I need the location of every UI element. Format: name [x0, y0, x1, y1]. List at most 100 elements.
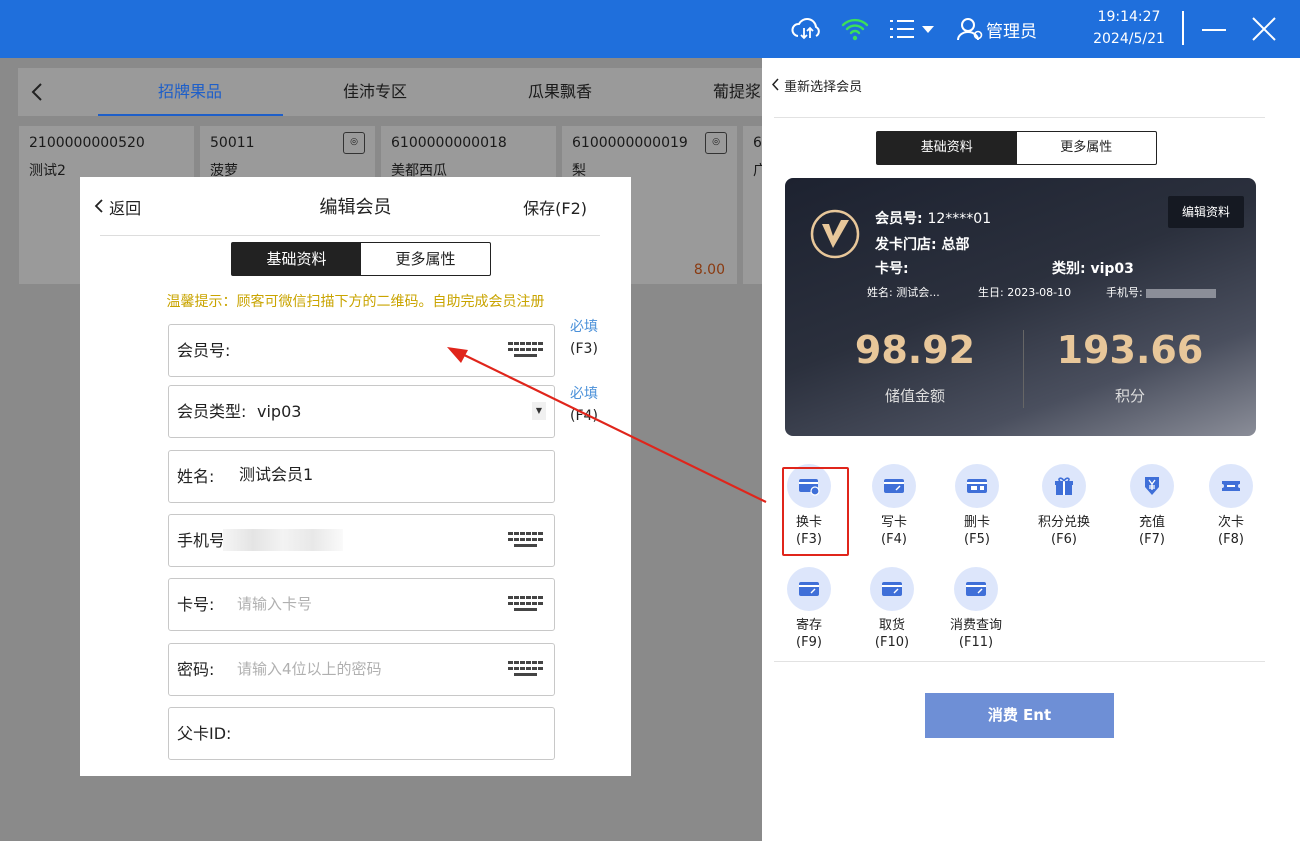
- card-no-label: 卡号:: [875, 261, 909, 277]
- divider: [100, 235, 600, 236]
- keyboard-icon[interactable]: [508, 529, 544, 551]
- tab-more-attributes[interactable]: 更多属性: [361, 243, 490, 275]
- phone-input[interactable]: [223, 529, 343, 551]
- member-no-field[interactable]: 会员号:: [168, 324, 555, 377]
- category-bar: 招牌果品 佳沛专区 瓜果飘香 葡提浆: [18, 68, 762, 116]
- action-key: (F5): [964, 532, 990, 547]
- card-delete-icon: [955, 464, 999, 508]
- minimize-button[interactable]: [1200, 0, 1228, 58]
- password-field[interactable]: 密码: 请输入4位以上的密码: [168, 643, 555, 696]
- action-label: 次卡: [1217, 515, 1244, 530]
- balance-label: 储值金额: [884, 387, 945, 405]
- field-label: 密码:: [177, 660, 215, 679]
- close-icon: [1252, 17, 1276, 41]
- tab-basic-info[interactable]: 基础资料: [232, 243, 361, 275]
- card-icon: [787, 567, 831, 611]
- category-tab[interactable]: 招牌果品: [158, 68, 222, 116]
- action-delete-card[interactable]: 删卡 (F5): [942, 464, 1012, 548]
- scale-icon: ◎: [343, 132, 365, 154]
- user-menu[interactable]: 管理员: [956, 0, 1037, 58]
- tab-basic-info[interactable]: 基础资料: [877, 132, 1017, 164]
- product-price: 8.00: [693, 262, 725, 278]
- action-key: (F7): [1139, 532, 1165, 547]
- member-no-value: 12****01: [927, 211, 992, 227]
- member-panel: 重新选择会员 基础资料 更多属性 编辑资料 会员号: 12****01 发卡门店…: [762, 58, 1300, 841]
- card-no-field[interactable]: 卡号: 请输入卡号: [168, 578, 555, 631]
- name-input[interactable]: 测试会员1: [239, 449, 313, 500]
- field-label: 姓名:: [177, 467, 215, 486]
- minimize-icon: [1202, 29, 1226, 31]
- category-line: 类别: vip03: [1052, 258, 1134, 278]
- field-label: 会员号:: [177, 341, 231, 360]
- store-line: 发卡门店: 总部: [875, 234, 969, 254]
- keyboard-icon[interactable]: [508, 339, 544, 361]
- phone-field[interactable]: 手机号: [168, 514, 555, 567]
- category-prev-button[interactable]: [30, 68, 44, 116]
- product-code: 6100000000019: [572, 135, 688, 151]
- action-consumption-query[interactable]: 消费查询 (F11): [941, 567, 1011, 651]
- keyboard-icon[interactable]: [508, 658, 544, 680]
- card-write-icon: [872, 464, 916, 508]
- name-field[interactable]: 姓名: 测试会员1: [168, 450, 555, 503]
- shortcut-label: (F4): [570, 408, 598, 424]
- product-code: 2100000000520: [29, 135, 145, 151]
- divider: [1023, 330, 1024, 408]
- menu-list-icon[interactable]: [888, 0, 938, 58]
- scale-icon: ◎: [705, 132, 727, 154]
- field-label: 手机号: [177, 531, 226, 550]
- user-name: 管理员: [986, 21, 1037, 42]
- cloud-sync-icon[interactable]: [790, 0, 824, 58]
- category-tab[interactable]: 佳沛专区: [343, 68, 407, 116]
- store-value: 总部: [941, 237, 970, 253]
- phone-label: 手机号:: [1106, 286, 1143, 299]
- action-deposit[interactable]: 寄存 (F9): [774, 567, 844, 651]
- edit-profile-button[interactable]: 编辑资料: [1168, 196, 1244, 228]
- active-tab-indicator: [98, 114, 283, 116]
- phone-masked: [1146, 288, 1217, 298]
- product-code: 6100000000018: [391, 135, 507, 151]
- parent-card-field[interactable]: 父卡ID:: [168, 707, 555, 760]
- tab-more-attributes[interactable]: 更多属性: [1017, 132, 1157, 164]
- action-key: (F9): [796, 635, 822, 650]
- action-label: 充值: [1138, 515, 1165, 530]
- action-times-card[interactable]: 次卡 (F8): [1196, 464, 1266, 548]
- member-type-select[interactable]: 会员类型: vip03 ▼: [168, 385, 555, 438]
- field-label: 父卡ID:: [177, 724, 232, 743]
- action-key: (F11): [958, 635, 994, 650]
- birthday-value: 2023-08-10: [1007, 286, 1072, 299]
- action-key: (F6): [1051, 532, 1077, 547]
- action-write-card[interactable]: 写卡 (F4): [859, 464, 929, 548]
- category-tab[interactable]: 葡提浆: [713, 68, 761, 116]
- category-tab[interactable]: 瓜果飘香: [528, 68, 592, 116]
- registration-tip: 温馨提示：顾客可微信扫描下方的二维码。自助完成会员注册: [166, 294, 545, 310]
- birthday-line: 生日: 2023-08-10: [978, 284, 1071, 300]
- action-key: (F8): [1218, 532, 1244, 547]
- member-type-value: vip03: [257, 402, 302, 421]
- pay-button[interactable]: 消费 Ent: [925, 693, 1114, 738]
- product-code: 50011: [210, 135, 255, 151]
- keyboard-icon[interactable]: [508, 593, 544, 615]
- reselect-member-button[interactable]: 重新选择会员: [771, 76, 862, 95]
- panel-tab-switch: 基础资料 更多属性: [876, 131, 1157, 165]
- product-card[interactable]: 6 广: [743, 126, 762, 284]
- action-recharge[interactable]: 充值 (F7): [1117, 464, 1187, 548]
- action-points-exchange[interactable]: 积分兑换 (F6): [1029, 464, 1099, 548]
- divider: [1182, 11, 1184, 45]
- wifi-icon[interactable]: [840, 0, 870, 58]
- password-input[interactable]: 请输入4位以上的密码: [237, 644, 382, 695]
- field-label: 卡号:: [177, 595, 215, 614]
- save-button[interactable]: 保存(F2): [523, 195, 587, 219]
- card-icon: [954, 567, 998, 611]
- recharge-icon: [1130, 464, 1174, 508]
- close-button[interactable]: [1250, 0, 1278, 58]
- member-card: 编辑资料 会员号: 12****01 发卡门店: 总部 卡号: 类别: vip0…: [785, 178, 1256, 436]
- action-label: 删卡: [963, 515, 990, 530]
- action-label: 寄存: [795, 618, 822, 633]
- name-value: 测试会...: [896, 286, 940, 299]
- card-no-input[interactable]: 请输入卡号: [237, 579, 312, 630]
- member-no-line: 会员号: 12****01: [875, 208, 991, 228]
- dropdown-arrow-icon[interactable]: ▼: [532, 402, 546, 420]
- tab-switch: 基础资料 更多属性: [231, 242, 491, 276]
- chevron-left-icon: [771, 78, 779, 91]
- action-pickup[interactable]: 取货 (F10): [857, 567, 927, 651]
